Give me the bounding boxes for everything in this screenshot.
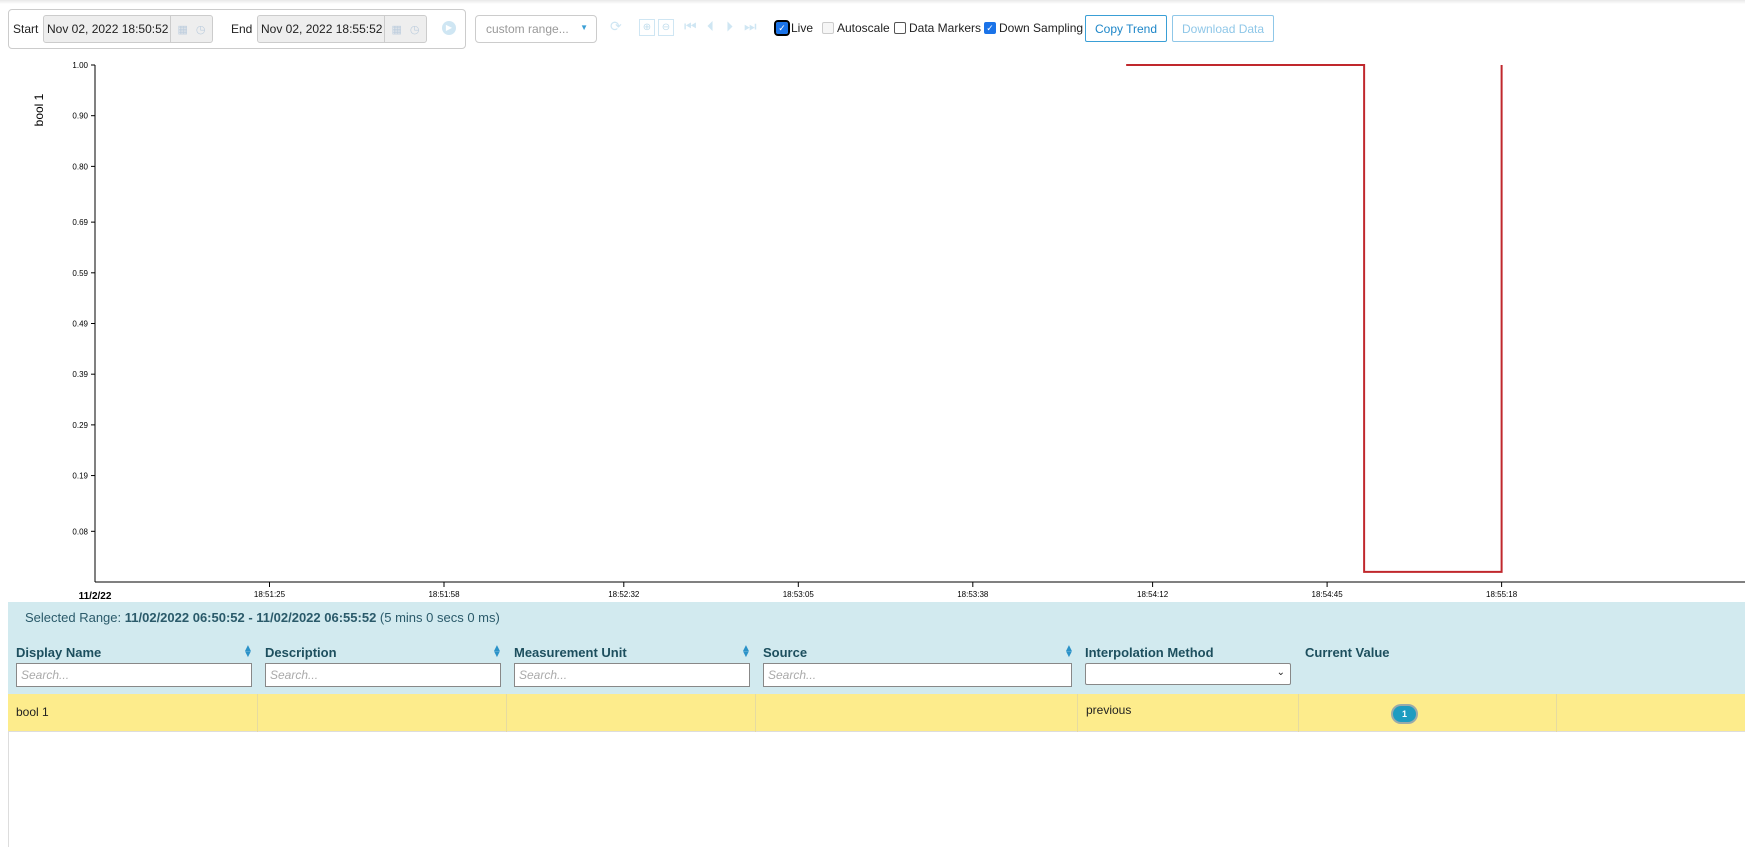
data-markers-checkbox[interactable]: Data Markers — [894, 21, 981, 35]
top-bar — [0, 0, 1745, 4]
sort-icon[interactable]: ▲ ▼ — [492, 644, 502, 660]
source-search-input[interactable]: Search... — [763, 663, 1072, 687]
y-tick-label: 0.49 — [72, 320, 88, 329]
range-placeholder: custom range... — [486, 22, 569, 36]
cell-current-value — [1299, 694, 1557, 732]
end-datetime-input[interactable]: Nov 02, 2022 18:55:52 ▦ ◷ — [257, 15, 427, 43]
end-label: End — [231, 22, 253, 36]
trend-chart[interactable]: 1.00 0.90 0.80 0.69 0.59 0.49 0.39 0.29 0.19 0.08… — [0, 50, 1745, 602]
sort-icon[interactable]: ▲ ▼ — [243, 644, 253, 660]
column-description[interactable]: Description — [265, 645, 337, 660]
column-display-name[interactable]: Display Name — [16, 645, 101, 660]
cell-unit — [507, 694, 756, 732]
x-tick-label: 18:53:05 — [783, 590, 815, 599]
checkbox-box — [894, 22, 906, 34]
x-tick-label: 18:55:18 — [1486, 590, 1518, 599]
selected-range-value: 11/02/2022 06:50:52 - 11/02/2022 06:55:5… — [124, 610, 377, 625]
cell-interpolation: previous — [1078, 694, 1299, 732]
live-checkbox[interactable]: ✓ Live — [774, 20, 814, 36]
clock-icon[interactable]: ◷ — [196, 23, 206, 36]
y-tick-label: 0.90 — [72, 112, 88, 121]
first-icon[interactable]: ⏮ — [684, 18, 697, 35]
last-icon[interactable]: ⏭ — [744, 18, 757, 35]
selected-range-label: Selected Range: — [25, 610, 122, 625]
series-line — [1126, 64, 1503, 573]
y-tick-label: 0.08 — [72, 527, 88, 536]
y-tick-label: 0.69 — [72, 218, 88, 227]
live-label: Live — [791, 21, 814, 35]
data-markers-label: Data Markers — [909, 21, 982, 35]
y-tick-label: 0.39 — [72, 370, 88, 379]
x-tick-label: 18:52:32 — [608, 590, 640, 599]
clock-icon[interactable]: ◷ — [410, 23, 420, 36]
date-label: 11/2/22 — [79, 591, 112, 602]
column-measurement-unit[interactable]: Measurement Unit — [514, 645, 627, 660]
custom-range-select[interactable]: custom range... ▼ — [475, 15, 597, 43]
end-value: Nov 02, 2022 18:55:52 — [261, 22, 383, 36]
y-tick-label: 0.29 — [72, 421, 88, 430]
start-datetime-input[interactable]: Nov 02, 2022 18:50:52 ▦ ◷ — [43, 15, 213, 43]
y-tick-label: 0.59 — [72, 269, 88, 278]
checkbox-box — [822, 22, 834, 34]
check-icon: ✓ — [774, 20, 790, 36]
x-tick-label: 18:54:45 — [1312, 590, 1344, 599]
y-tick-label: 0.19 — [72, 472, 88, 481]
column-source[interactable]: Source — [763, 645, 807, 660]
refresh-icon[interactable]: ⟳ — [610, 18, 622, 35]
sort-icon[interactable]: ▲ ▼ — [741, 644, 751, 660]
down-sampling-checkbox[interactable]: ✓ Down Sampling — [984, 21, 1083, 35]
down-sampling-label: Down Sampling — [999, 21, 1084, 35]
download-data-button[interactable]: Download Data — [1172, 15, 1275, 42]
table-border — [8, 732, 9, 847]
table-row[interactable]: bool 1 previous — [8, 694, 1745, 732]
column-current-value[interactable]: Current Value — [1305, 645, 1390, 660]
zoom-in-icon[interactable]: ⊕ — [639, 19, 655, 36]
autoscale-checkbox[interactable]: Autoscale — [822, 21, 890, 35]
zoom-out-icon[interactable]: ⊖ — [658, 19, 674, 36]
autoscale-label: Autoscale — [837, 21, 890, 35]
y-tick-label: 0.80 — [72, 162, 88, 171]
chevron-down-icon: ⌄ — [1276, 667, 1285, 678]
copy-trend-button[interactable]: Copy Trend — [1085, 15, 1168, 42]
measurement-unit-search-input[interactable]: Search... — [514, 663, 750, 687]
description-search-input[interactable]: Search... — [265, 663, 501, 687]
calendar-icon[interactable]: ▦ — [177, 23, 187, 36]
next-icon[interactable]: ⏵ — [726, 18, 733, 35]
sort-icon[interactable]: ▲ ▼ — [1064, 644, 1074, 660]
play-icon[interactable]: ▶ — [442, 21, 456, 35]
caret-down-icon: ▼ — [580, 23, 588, 32]
cell-source — [756, 694, 1078, 732]
column-interpolation-method[interactable]: Interpolation Method — [1085, 645, 1214, 660]
selected-range-duration: (5 mins 0 secs 0 ms) — [379, 610, 500, 625]
y-axis-label: bool 1 — [32, 93, 46, 126]
check-icon: ✓ — [984, 22, 996, 34]
x-tick-label: 18:51:58 — [428, 590, 460, 599]
y-tick-label: 1.00 — [72, 61, 88, 70]
previous-icon[interactable]: ⏴ — [707, 18, 714, 35]
x-tick-label: 18:54:12 — [1137, 590, 1169, 599]
start-value: Nov 02, 2022 18:50:52 — [47, 22, 169, 36]
current-value-badge: 1 — [1391, 704, 1418, 724]
x-tick-label: 18:53:38 — [957, 590, 989, 599]
display-name-search-input[interactable]: Search... — [16, 663, 252, 687]
calendar-icon[interactable]: ▦ — [391, 23, 401, 36]
interpolation-filter-select[interactable]: ⌄ — [1085, 663, 1291, 685]
cell-display-name: bool 1 — [8, 694, 258, 732]
start-label: Start — [13, 22, 39, 36]
x-tick-label: 18:51:25 — [254, 590, 286, 599]
cell-description — [258, 694, 507, 732]
